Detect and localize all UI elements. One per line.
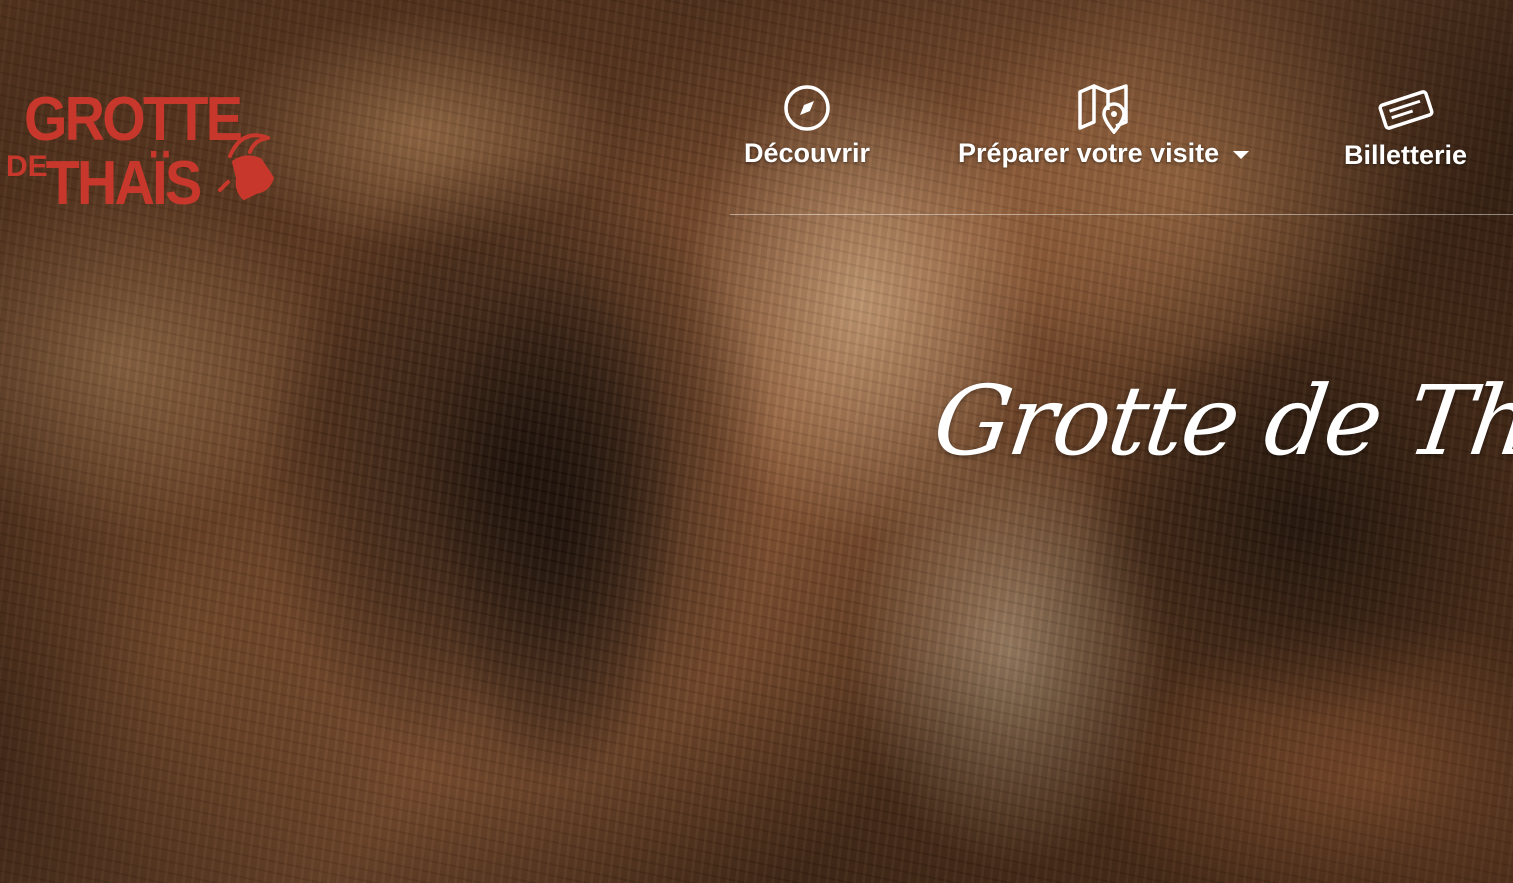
nav-label-billetterie: Billetterie	[1344, 140, 1468, 170]
nav-label-preparer: Préparer votre visite	[958, 138, 1220, 168]
hero-section: GROTTE DE THAÏS Découvrir Préparer votre…	[0, 0, 1513, 883]
compass-icon	[784, 85, 830, 131]
map-pin-icon	[1077, 84, 1128, 134]
logo-text-line1: GROTTE	[24, 85, 242, 153]
ticket-icon	[1378, 90, 1434, 130]
nav-item-decouvrir[interactable]: Découvrir	[744, 82, 870, 169]
logo-text-de: DE	[6, 150, 48, 183]
nav-item-billetterie[interactable]: Billetterie	[1344, 84, 1467, 171]
nav-label-decouvrir: Découvrir	[744, 138, 871, 168]
logo-text-line2: THAÏS	[46, 149, 201, 210]
chevron-down-icon[interactable]	[1233, 150, 1250, 159]
nav-divider	[730, 214, 1513, 215]
main-nav: Découvrir Préparer votre visite Billette…	[730, 80, 1513, 216]
hero-title: Grotte de Thaïs	[927, 365, 1513, 477]
site-logo[interactable]: GROTTE DE THAÏS	[6, 78, 278, 218]
nav-item-preparer[interactable]: Préparer votre visite	[958, 82, 1250, 169]
